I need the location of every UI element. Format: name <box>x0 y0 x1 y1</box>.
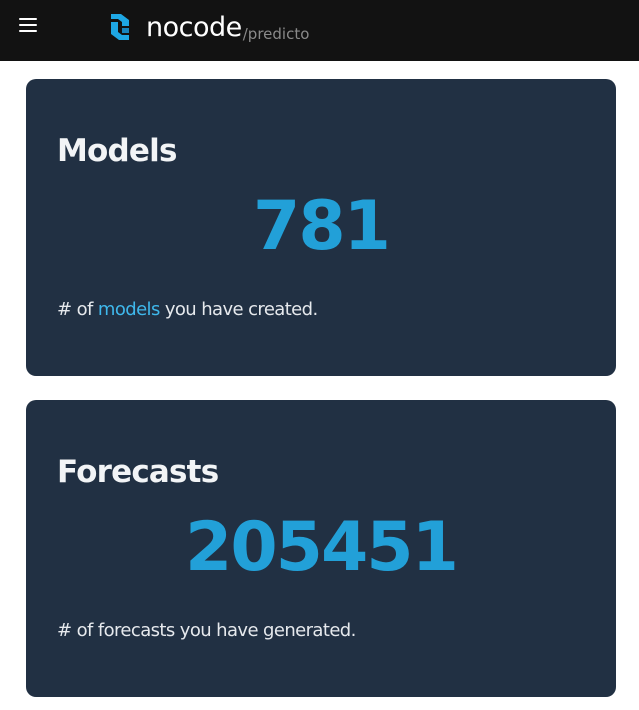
menu-line-middle <box>19 24 37 26</box>
models-card-description: # of models you have created. <box>57 298 318 322</box>
top-bar: nocode /predicto <box>0 0 639 61</box>
forecasts-card-title: Forecasts <box>57 454 219 490</box>
nocode-logo-icon <box>111 14 129 40</box>
menu-line-bottom <box>19 30 37 32</box>
brand-name: nocode <box>146 11 242 43</box>
models-card-title: Models <box>57 133 177 169</box>
forecasts-count: 205451 <box>185 508 459 587</box>
brand-subpath: /predicto <box>242 25 310 43</box>
models-desc-suffix: you have created. <box>159 299 318 320</box>
forecasts-card-description: # of forecasts you have generated. <box>57 620 356 641</box>
forecasts-card: Forecasts 205451 # of forecasts you have… <box>26 400 616 697</box>
models-count: 781 <box>253 187 391 266</box>
models-card: Models 781 # of models you have created. <box>26 79 616 376</box>
hamburger-menu-icon[interactable] <box>19 17 37 33</box>
models-link[interactable]: models <box>98 299 160 320</box>
brand-link[interactable]: nocode /predicto <box>108 7 309 47</box>
models-desc-prefix: # of <box>57 299 98 320</box>
menu-line-top <box>19 18 37 20</box>
